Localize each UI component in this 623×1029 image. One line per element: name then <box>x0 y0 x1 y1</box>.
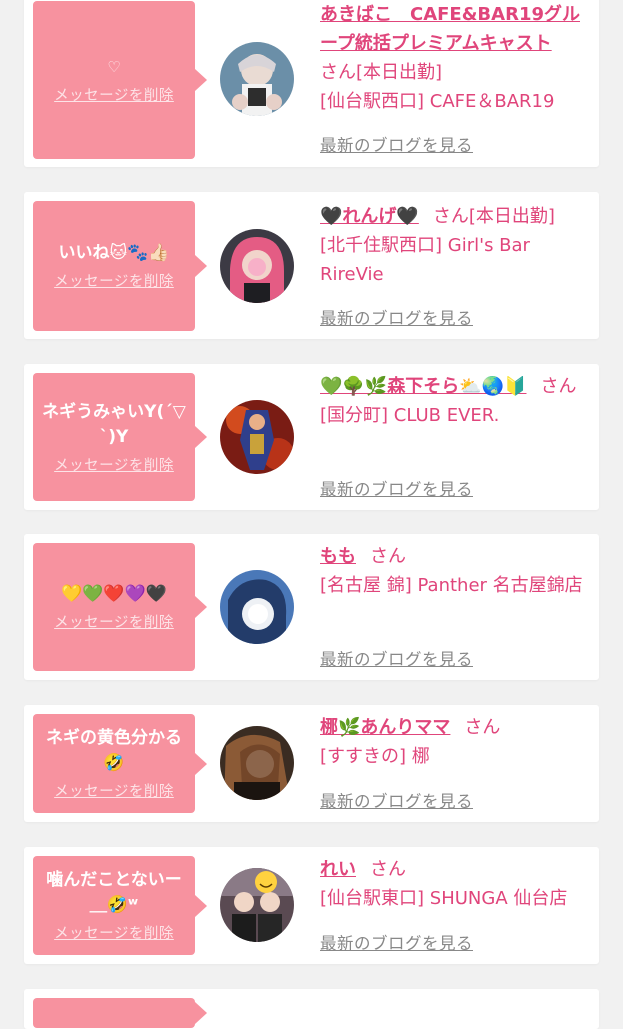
latest-blog-link[interactable]: 最新のブログを見る <box>320 476 473 500</box>
message-text: いいね🐱🐾👍🏻 <box>58 243 170 263</box>
shop-name: [名古屋 錦] Panther 名古屋錦店 <box>320 575 583 596</box>
avatar[interactable] <box>220 229 294 303</box>
avatar[interactable] <box>220 570 294 644</box>
delete-message-link[interactable]: メッセージを削除 <box>54 780 174 801</box>
avatar-photo <box>220 400 294 474</box>
cast-info: れい さん [仙台駅東口] SHUNGA 仙台店 <box>320 855 592 913</box>
avatar-photo <box>220 229 294 303</box>
list-item: 噛んだことないー＿🤣ʷ メッセージを削除 れい さん [仙台駅東口] SHUNGA… <box>24 847 599 964</box>
honorific: さん <box>464 717 501 738</box>
message-text: 💛💚❤️💜🖤 <box>61 584 167 604</box>
shop-name: [北千住駅西口] Girl's Bar RireVie <box>320 235 530 285</box>
avatar-photo <box>220 726 294 800</box>
avatar-photo <box>220 570 294 644</box>
list-item: ♡ メッセージを削除 あきばこ CAFE&BAR19グループ統括プレミアムキャス… <box>24 0 599 167</box>
cast-info: 💚🌳🌿森下そら⛅🌏🔰 さん [国分町] CLUB EVER. <box>320 372 592 430</box>
avatar[interactable] <box>220 726 294 800</box>
honorific: さん <box>432 206 469 227</box>
avatar[interactable] <box>220 42 294 116</box>
delete-message-link[interactable]: メッセージを削除 <box>54 84 174 105</box>
avatar[interactable] <box>220 868 294 942</box>
message-text: ネギの黄色分かる🤣 <box>46 728 182 773</box>
shop-name: [仙台駅東口] SHUNGA 仙台店 <box>320 888 568 909</box>
list-item: 💛💚❤️💜🖤 メッセージを削除 もも さん [名古屋 錦] Panther 名古屋… <box>24 534 599 680</box>
message-text: ネギうみゃいY(´▽`)Y <box>42 401 186 447</box>
honorific: さん <box>370 859 406 880</box>
shop-name: [国分町] CLUB EVER. <box>320 405 500 426</box>
cast-name-link[interactable]: れい <box>320 859 356 880</box>
cast-info: 🖤れんげ🖤 さん[本日出勤] [北千住駅西口] Girl's Bar RireVi… <box>320 202 592 289</box>
status-label: [本日出勤] <box>356 62 443 83</box>
latest-blog-link[interactable]: 最新のブログを見る <box>320 788 473 812</box>
message-bubble: 噛んだことないー＿🤣ʷ メッセージを削除 <box>33 856 207 955</box>
avatar-photo <box>220 42 294 116</box>
delete-message-link[interactable]: メッセージを削除 <box>54 922 174 943</box>
list-item: いいね🐱🐾👍🏻 メッセージを削除 🖤れんげ🖤 さん[本日出勤] [北千住駅西口] … <box>24 192 599 339</box>
delete-message-link[interactable]: メッセージを削除 <box>54 611 174 632</box>
message-bubble: いいね🐱🐾👍🏻 メッセージを削除 <box>33 201 207 331</box>
list-item: ネギの黄色分かる🤣 メッセージを削除 梛🌿あんりママ さん [すすきの] 梛 最新… <box>24 705 599 822</box>
avatar[interactable] <box>220 400 294 474</box>
cast-info: もも さん [名古屋 錦] Panther 名古屋錦店 <box>320 542 592 600</box>
cast-info: 梛🌿あんりママ さん [すすきの] 梛 <box>320 713 592 771</box>
latest-blog-link[interactable]: 最新のブログを見る <box>320 305 473 329</box>
honorific: さん <box>540 376 577 397</box>
delete-message-link[interactable]: メッセージを削除 <box>54 454 174 475</box>
avatar-photo <box>220 868 294 942</box>
shop-name: [仙台駅西口] CAFE＆BAR19 <box>320 91 555 112</box>
latest-blog-link[interactable]: 最新のブログを見る <box>320 646 473 670</box>
latest-blog-link[interactable]: 最新のブログを見る <box>320 132 473 156</box>
message-bubble: 💛💚❤️💜🖤 メッセージを削除 <box>33 543 207 671</box>
cast-name-link[interactable]: 梛🌿あんりママ <box>320 717 450 738</box>
shop-name: [すすきの] 梛 <box>320 746 430 767</box>
honorific: さん <box>320 62 356 83</box>
cast-name-link[interactable]: あきばこ CAFE&BAR19グループ統括プレミアムキャスト <box>320 4 580 54</box>
cast-info: あきばこ CAFE&BAR19グループ統括プレミアムキャスト さん[本日出勤] … <box>320 0 592 116</box>
message-bubble <box>33 998 207 1028</box>
list-item: ネギうみゃいY(´▽`)Y メッセージを削除 💚🌳🌿森下そら⛅🌏🔰 さん [国分町… <box>24 364 599 510</box>
latest-blog-link[interactable]: 最新のブログを見る <box>320 930 473 954</box>
cast-name-link[interactable]: 🖤れんげ🖤 <box>320 206 419 227</box>
message-text: 噛んだことないー＿🤣ʷ <box>46 870 182 915</box>
message-bubble: ネギうみゃいY(´▽`)Y メッセージを削除 <box>33 373 207 501</box>
honorific: さん <box>370 546 406 567</box>
cast-name-link[interactable]: 💚🌳🌿森下そら⛅🌏🔰 <box>320 376 526 397</box>
message-bubble: ♡ メッセージを削除 <box>33 1 207 159</box>
cast-name-link[interactable]: もも <box>320 546 356 567</box>
message-text: ♡ <box>107 58 121 76</box>
message-bubble: ネギの黄色分かる🤣 メッセージを削除 <box>33 714 207 813</box>
status-label: [本日出勤] <box>468 206 555 227</box>
list-item <box>24 989 599 1029</box>
delete-message-link[interactable]: メッセージを削除 <box>54 270 174 291</box>
